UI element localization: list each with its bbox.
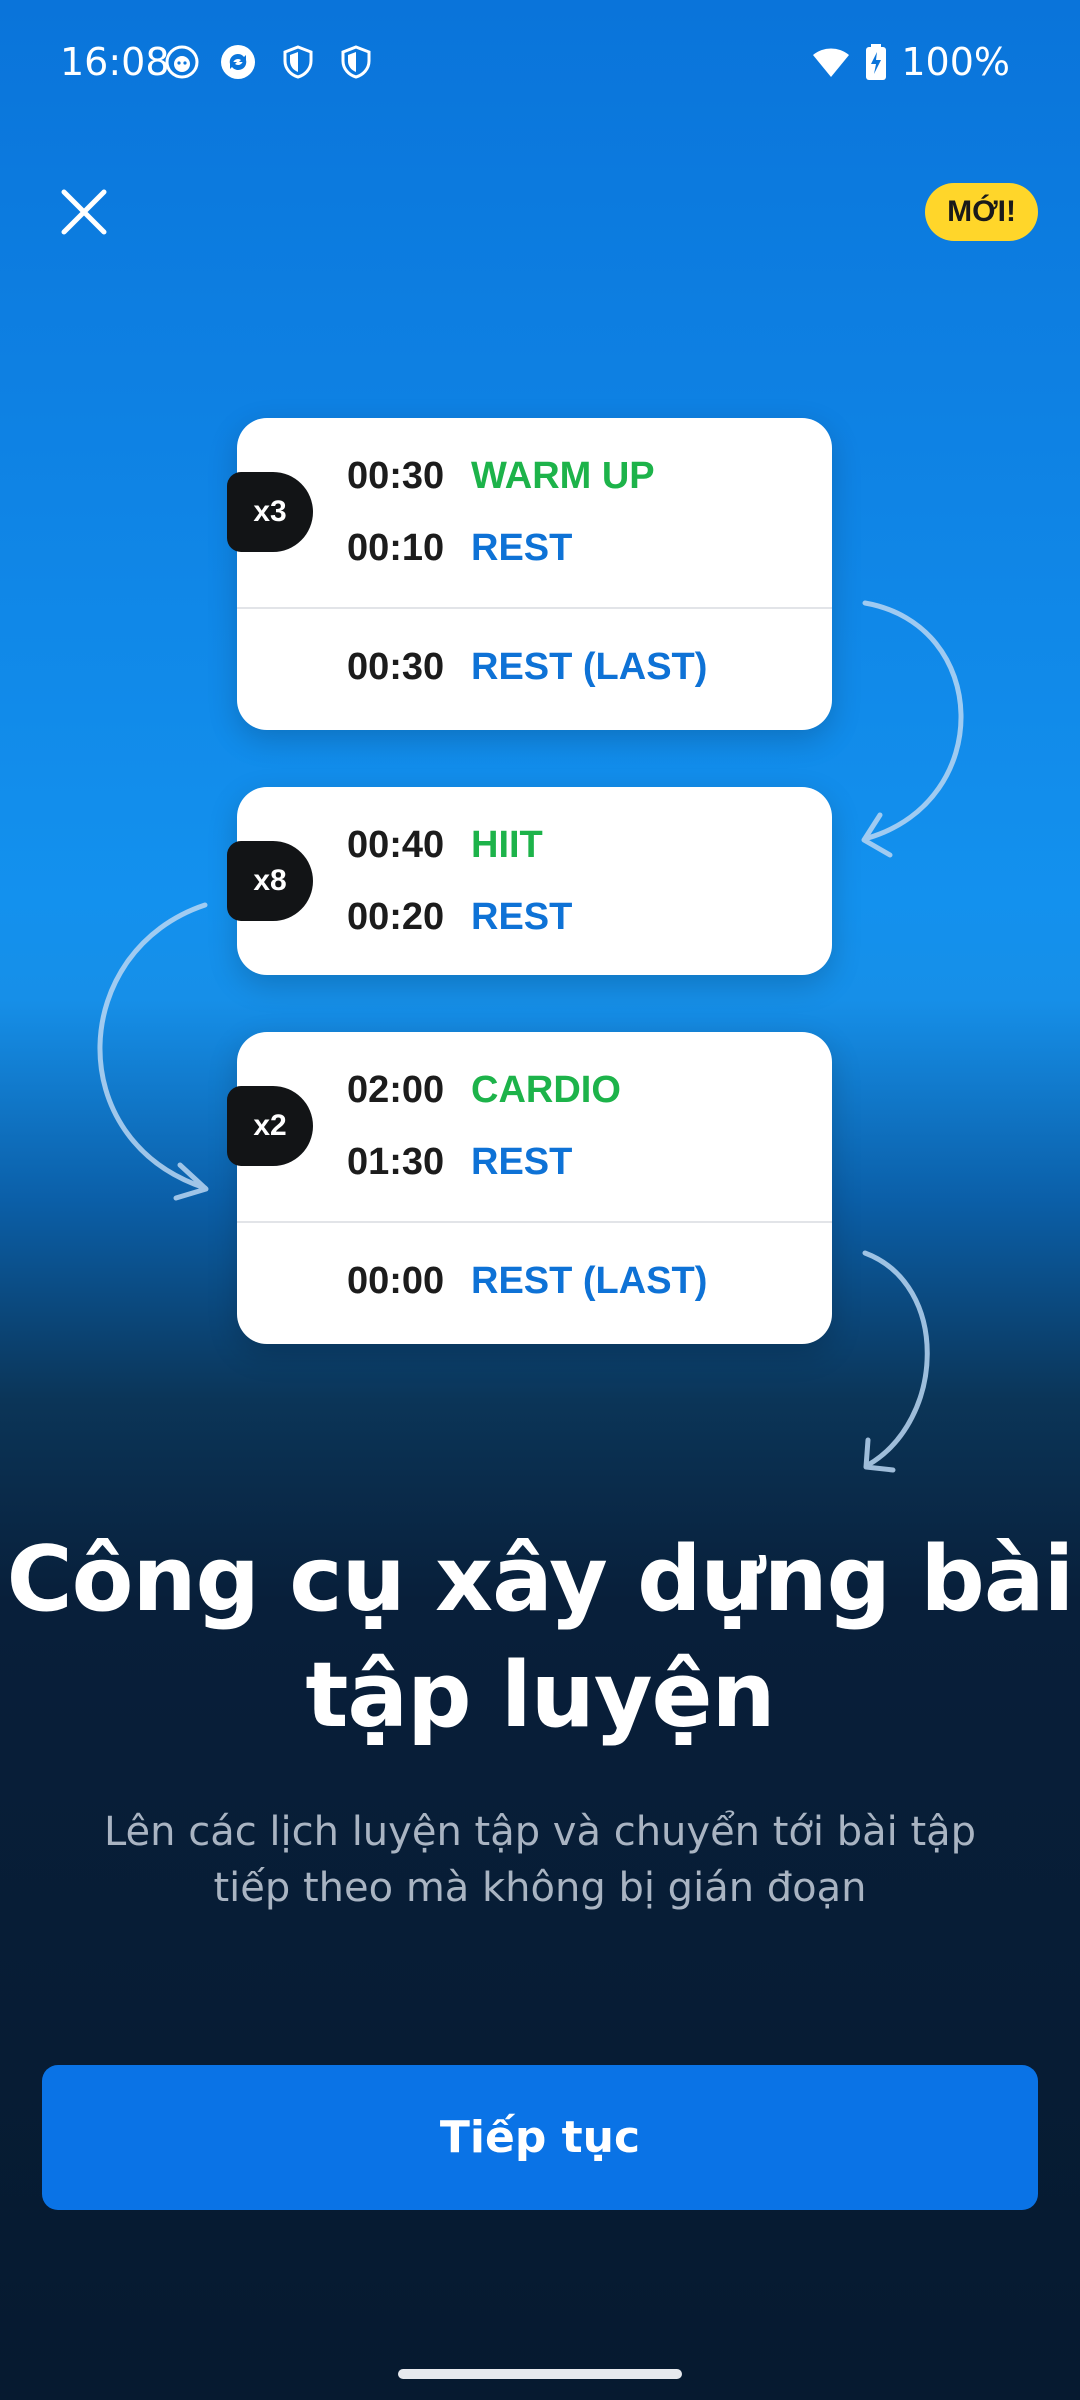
sync-icon <box>221 45 255 79</box>
status-bar: 16:08 100% <box>0 0 1080 130</box>
interval-row: 01:30 REST <box>347 1141 572 1184</box>
status-right: 100% <box>811 40 1010 84</box>
interval-time: 02:00 <box>347 1069 445 1111</box>
close-icon[interactable] <box>56 184 112 240</box>
interval-card-1: x3 00:30 WARM UP 00:10 REST 00:30 REST (LAS… <box>227 418 832 730</box>
arrow-1 <box>862 600 964 841</box>
interval-time: 00:30 <box>347 646 445 688</box>
interval-time: 00:00 <box>347 1260 445 1302</box>
repeat-badge: x2 <box>227 1086 313 1166</box>
interval-label: HIIT <box>471 824 543 866</box>
arrow-2 <box>97 902 208 1191</box>
status-time: 16:08 <box>60 40 170 84</box>
interval-label: REST <box>471 896 573 938</box>
shield-icon <box>283 45 313 79</box>
interval-row: 02:00 CARDIO <box>347 1069 621 1112</box>
interval-card-3: x2 02:00 CARDIO 01:30 REST 00:00 REST (LAST… <box>227 1032 832 1344</box>
interval-time: 00:20 <box>347 896 445 938</box>
divider <box>237 1221 832 1223</box>
interval-time: 01:30 <box>347 1141 445 1183</box>
home-indicator[interactable] <box>398 2369 682 2379</box>
divider <box>237 607 832 609</box>
repeat-badge: x8 <box>227 841 313 921</box>
interval-label: CARDIO <box>471 1069 621 1111</box>
shield-icon <box>341 45 371 79</box>
interval-row: 00:10 REST <box>347 527 572 570</box>
interval-label: REST (LAST) <box>471 646 708 688</box>
interval-time: 00:10 <box>347 527 445 569</box>
page-subtitle: Lên các lịch luyện tập và chuyển tới bài… <box>103 1809 977 1911</box>
interval-label: REST <box>471 527 573 569</box>
wifi-icon <box>813 48 850 77</box>
arrow-3 <box>862 1250 930 1468</box>
battery-percent: 100% <box>901 40 1010 84</box>
interval-label: REST <box>471 1141 573 1183</box>
interval-row: 00:40 HIIT <box>347 824 543 867</box>
interval-row-last: 00:00 REST (LAST) <box>347 1260 707 1303</box>
interval-row: 00:20 REST <box>347 896 572 939</box>
notification-face-icon <box>165 45 199 79</box>
interval-row: 00:30 WARM UP <box>347 455 655 498</box>
interval-card-2: x8 00:40 HIIT 00:20 REST <box>227 787 832 975</box>
page-title: Công cụ xây dựng bài tập luyện <box>6 1527 1075 1748</box>
battery-charging-icon <box>866 44 887 80</box>
interval-time: 00:40 <box>347 824 445 866</box>
repeat-badge: x3 <box>227 472 313 552</box>
interval-label: WARM UP <box>471 455 655 497</box>
interval-time: 00:30 <box>347 455 445 497</box>
interval-label: REST (LAST) <box>471 1260 708 1302</box>
new-badge: MỚI! <box>925 183 1038 241</box>
continue-button[interactable]: Tiếp tục <box>42 2065 1038 2210</box>
interval-row-last: 00:30 REST (LAST) <box>347 646 707 689</box>
